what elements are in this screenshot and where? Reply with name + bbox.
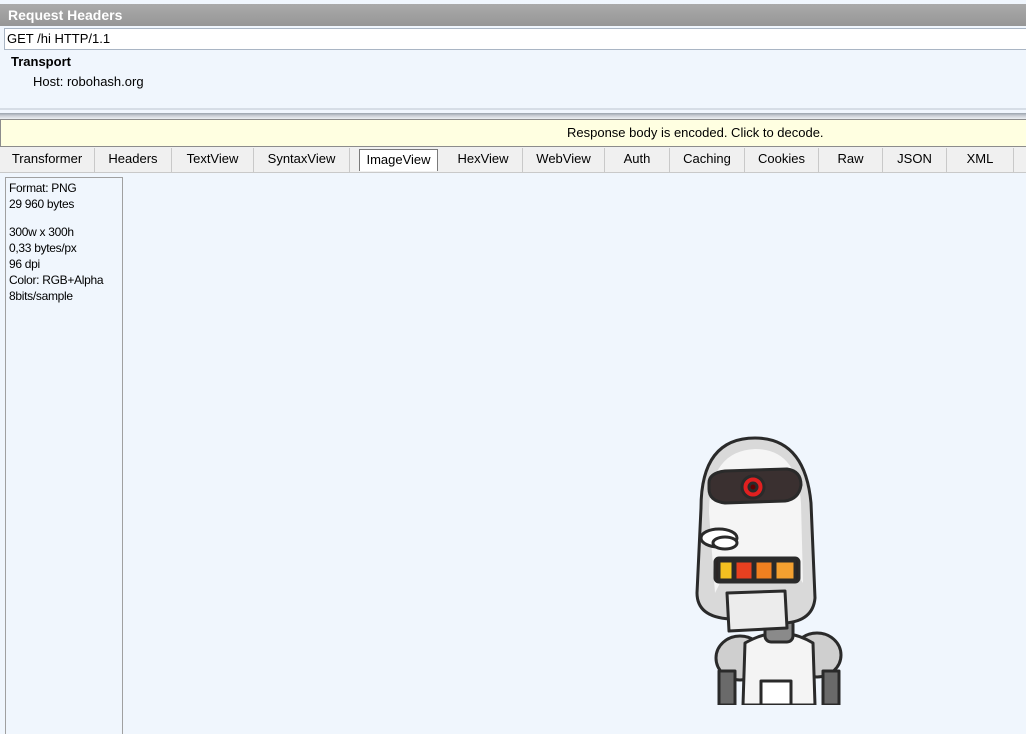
tab-auth[interactable]: Auth xyxy=(605,148,670,172)
image-bits: 8bits/sample xyxy=(9,289,73,303)
tab-webview[interactable]: WebView xyxy=(523,148,605,172)
tab-hexview[interactable]: HexView xyxy=(444,148,523,172)
request-headers-title: Request Headers xyxy=(0,4,1026,26)
decode-notice-text: Response body is encoded. Click to decod… xyxy=(567,125,824,140)
response-tab-strip: Transformer Headers TextView SyntaxView … xyxy=(0,147,1026,173)
robot-image xyxy=(695,436,843,705)
image-info-panel: Format: PNG 29 960 bytes 300w x 300h 0,3… xyxy=(5,177,123,734)
tab-cookies[interactable]: Cookies xyxy=(745,148,819,172)
request-headers-pane: Request Headers GET /hi HTTP/1.1 Transpo… xyxy=(0,0,1026,116)
image-format: Format: PNG xyxy=(9,181,77,195)
tab-headers[interactable]: Headers xyxy=(95,148,172,172)
tab-transformer[interactable]: Transformer xyxy=(0,148,95,172)
tab-xml[interactable]: XML xyxy=(947,148,1014,172)
image-dimensions: 300w x 300h xyxy=(9,225,74,239)
image-color: Color: RGB+Alpha xyxy=(9,273,104,287)
image-size: 29 960 bytes xyxy=(9,197,75,211)
pane-divider xyxy=(0,108,1026,110)
tab-syntaxview[interactable]: SyntaxView xyxy=(254,148,350,172)
decode-notice-bar[interactable]: Response body is encoded. Click to decod… xyxy=(0,119,1026,147)
image-dpi: 96 dpi xyxy=(9,257,40,271)
image-view-content: Format: PNG 29 960 bytes 300w x 300h 0,3… xyxy=(0,173,1026,734)
tab-raw[interactable]: Raw xyxy=(819,148,883,172)
image-density: 0,33 bytes/px xyxy=(9,241,77,255)
host-header[interactable]: Host: robohash.org xyxy=(33,74,144,89)
tab-json[interactable]: JSON xyxy=(883,148,947,172)
request-line[interactable]: GET /hi HTTP/1.1 xyxy=(4,28,1026,50)
tab-imageview[interactable]: ImageView xyxy=(359,149,438,171)
transport-section-label[interactable]: Transport xyxy=(11,54,71,69)
tab-textview[interactable]: TextView xyxy=(172,148,254,172)
tab-caching[interactable]: Caching xyxy=(670,148,745,172)
